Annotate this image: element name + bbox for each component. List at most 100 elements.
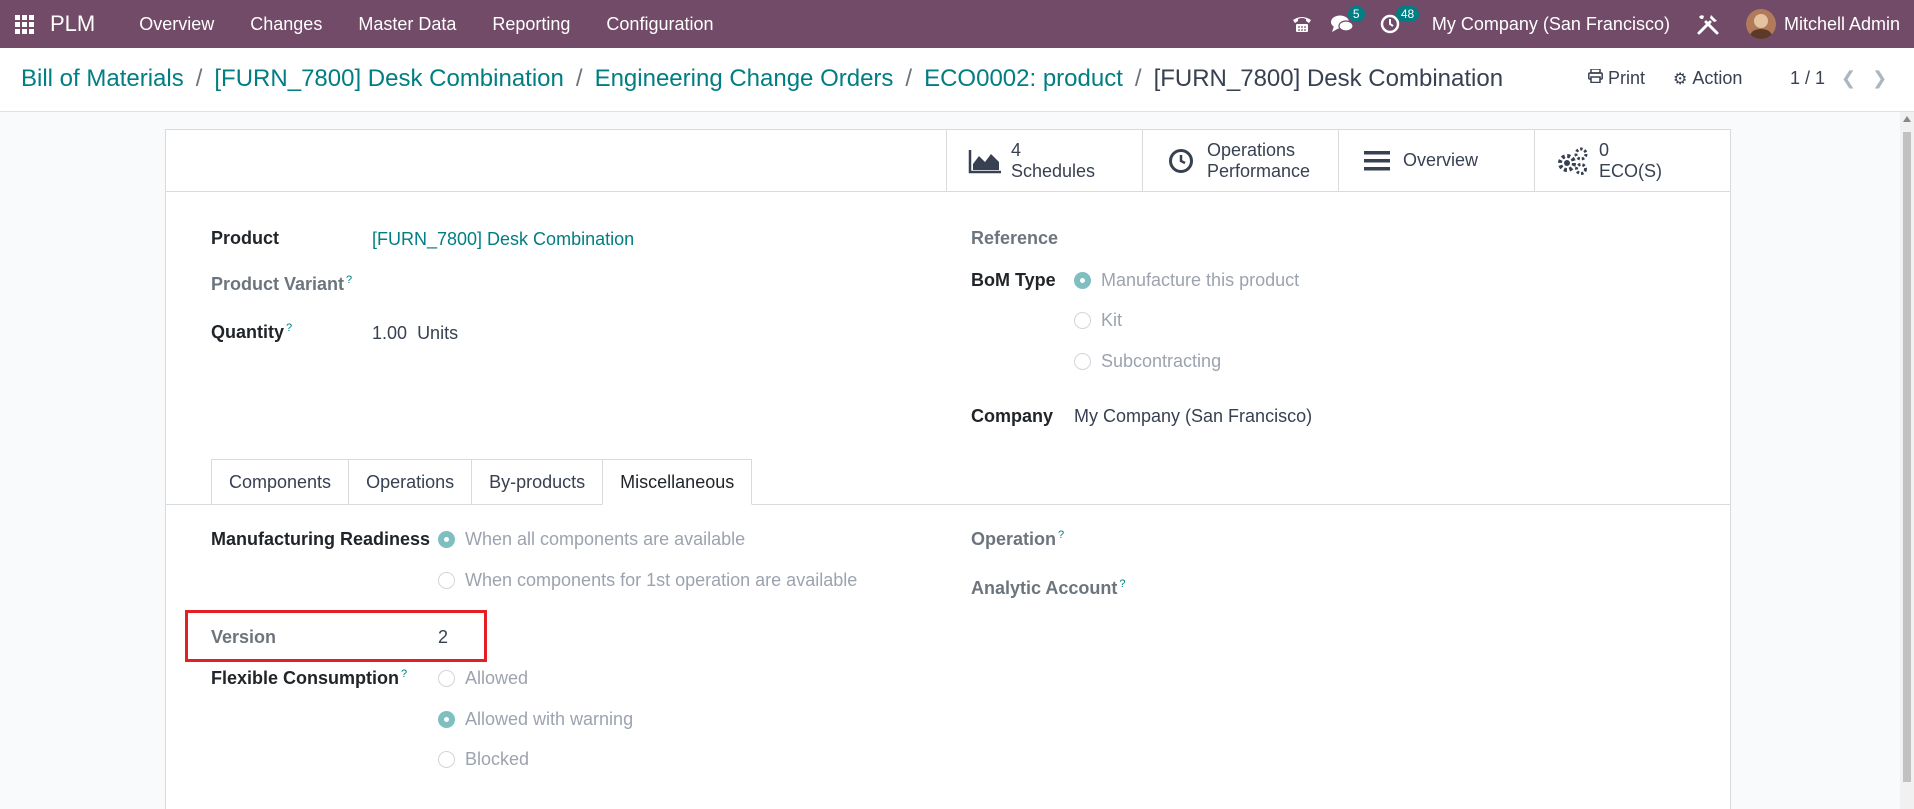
breadcrumb-eco-list[interactable]: Engineering Change Orders [595, 65, 894, 93]
breadcrumb-product[interactable]: [FURN_7800] Desk Combination [214, 65, 564, 93]
top-navbar: PLM Overview Changes Master Data Reporti… [0, 0, 1914, 48]
product-variant-label: Product Variant? [211, 274, 353, 294]
breadcrumb-separator: / [575, 65, 583, 92]
bom-type-kit[interactable]: Kit [1074, 310, 1122, 331]
overview-button[interactable]: Overview [1338, 130, 1534, 191]
radio-unchecked [1074, 312, 1091, 329]
menu-configuration[interactable]: Configuration [588, 0, 731, 48]
menu-overview[interactable]: Overview [121, 0, 232, 48]
help-icon: ? [1058, 529, 1065, 541]
eco-count: 0 [1599, 139, 1610, 160]
tools-icon[interactable] [1688, 0, 1728, 48]
control-actions: Print ⚙ Action [1588, 68, 1770, 89]
menu-master-data[interactable]: Master Data [340, 0, 474, 48]
quantity-uom: Units [417, 323, 459, 343]
chevron-left-icon[interactable]: ❮ [1841, 68, 1856, 89]
clock-icon[interactable]: 48 [1370, 0, 1420, 48]
flexible-consumption-label: Flexible Consumption? [211, 668, 408, 688]
gears-icon [1555, 146, 1591, 176]
avatar [1745, 9, 1776, 39]
systray: 5 48 My Company (San Francisco) Mitchell… [1282, 0, 1914, 48]
bom-type-label: BoM Type [971, 270, 1056, 290]
flexible-allowed-with-warning[interactable]: Allowed with warning [438, 709, 633, 730]
overview-label: Overview [1403, 150, 1479, 170]
action-button[interactable]: ⚙ Action [1673, 68, 1742, 89]
tab-miscellaneous[interactable]: Miscellaneous [602, 459, 753, 505]
user-menu[interactable]: Mitchell Admin [1745, 9, 1900, 39]
chevron-right-icon[interactable]: ❯ [1872, 68, 1887, 89]
company-switcher[interactable]: My Company (San Francisco) [1432, 14, 1670, 35]
menu-changes[interactable]: Changes [232, 0, 340, 48]
activities-badge: 48 [1395, 6, 1420, 22]
print-icon [1588, 68, 1603, 88]
control-panel: Bill of Materials / [FURN_7800] Desk Com… [0, 48, 1914, 112]
action-label: Action [1692, 68, 1743, 88]
tab-components[interactable]: Components [211, 459, 349, 505]
print-button[interactable]: Print [1588, 68, 1645, 89]
radio-unchecked [438, 670, 455, 687]
breadcrumb-bill-of-materials[interactable]: Bill of Materials [21, 65, 184, 93]
help-icon: ? [346, 274, 353, 286]
pager: 1 / 1 ❮ ❯ [1790, 68, 1887, 89]
company-label: Company [971, 406, 1054, 426]
product-field[interactable]: [FURN_7800] Desk Combination [372, 229, 634, 250]
flexible-allowed[interactable]: Allowed [438, 668, 528, 689]
user-name: Mitchell Admin [1783, 13, 1900, 34]
page-scrollbar[interactable] [1900, 112, 1914, 809]
schedules-button[interactable]: 4 Schedules [946, 130, 1142, 191]
bom-type-manufacture[interactable]: Manufacture this product [1074, 270, 1299, 291]
schedules-label: Schedules [1011, 160, 1096, 181]
help-icon: ? [1119, 578, 1126, 590]
main-menu: Overview Changes Master Data Reporting C… [121, 0, 731, 48]
radio-checked [438, 711, 455, 728]
breadcrumb-separator: / [905, 65, 913, 92]
radio-unchecked [438, 572, 455, 589]
area-chart-icon [967, 148, 1003, 174]
help-icon: ? [286, 322, 293, 334]
breadcrumb-eco[interactable]: ECO0002: product [924, 65, 1123, 93]
radio-unchecked [1074, 353, 1091, 370]
scrollbar-thumb[interactable] [1903, 132, 1911, 782]
breadcrumb-separator: / [195, 65, 203, 92]
reference-label: Reference [971, 228, 1059, 248]
product-label: Product [211, 228, 280, 248]
breadcrumb-separator: / [1134, 65, 1142, 92]
radio-unchecked [438, 751, 455, 768]
company-field[interactable]: My Company (San Francisco) [1074, 406, 1312, 427]
bars-icon [1359, 150, 1395, 172]
gear-icon: ⚙ [1673, 70, 1688, 88]
operation-label: Operation? [971, 529, 1065, 549]
quantity-field[interactable]: 1.00 Units [372, 323, 458, 344]
operations-performance-line1: Operations [1207, 139, 1296, 160]
flexible-blocked[interactable]: Blocked [438, 749, 529, 770]
bom-type-subcontracting[interactable]: Subcontracting [1074, 351, 1221, 372]
radio-checked [1074, 272, 1091, 289]
menu-reporting[interactable]: Reporting [474, 0, 588, 48]
version-highlight-box [185, 610, 487, 662]
tab-by-products[interactable]: By-products [471, 459, 603, 505]
chat-icon[interactable]: 5 [1322, 0, 1365, 48]
phone-icon[interactable] [1282, 0, 1322, 48]
apps-grid-icon[interactable] [0, 0, 48, 48]
breadcrumb-current: [FURN_7800] Desk Combination [1153, 65, 1504, 92]
print-label: Print [1608, 68, 1646, 88]
scroll-up-icon[interactable] [1903, 116, 1911, 122]
help-icon: ? [401, 668, 408, 680]
app-name[interactable]: PLM [50, 11, 95, 37]
readiness-first-operation[interactable]: When components for 1st operation are av… [438, 570, 857, 591]
divider [166, 191, 1730, 192]
manufacturing-readiness-label: Manufacturing Readiness [211, 529, 431, 549]
operations-performance-button[interactable]: Operations Performance [1142, 130, 1338, 191]
readiness-all-components[interactable]: When all components are available [438, 529, 745, 550]
quantity-label: Quantity? [211, 322, 293, 342]
analytic-account-label: Analytic Account? [971, 578, 1126, 598]
smart-button-box: 4 Schedules Operations Performance Overv… [946, 130, 1730, 191]
tab-operations[interactable]: Operations [348, 459, 472, 505]
pager-value[interactable]: 1 / 1 [1790, 68, 1825, 89]
clock-icon [1163, 148, 1199, 174]
eco-label: ECO(S) [1599, 160, 1662, 181]
form-sheet: 4 Schedules Operations Performance Overv… [165, 129, 1731, 809]
operations-performance-line2: Performance [1207, 160, 1311, 181]
breadcrumb: Bill of Materials / [FURN_7800] Desk Com… [21, 65, 1503, 93]
eco-button[interactable]: 0 ECO(S) [1534, 130, 1730, 191]
